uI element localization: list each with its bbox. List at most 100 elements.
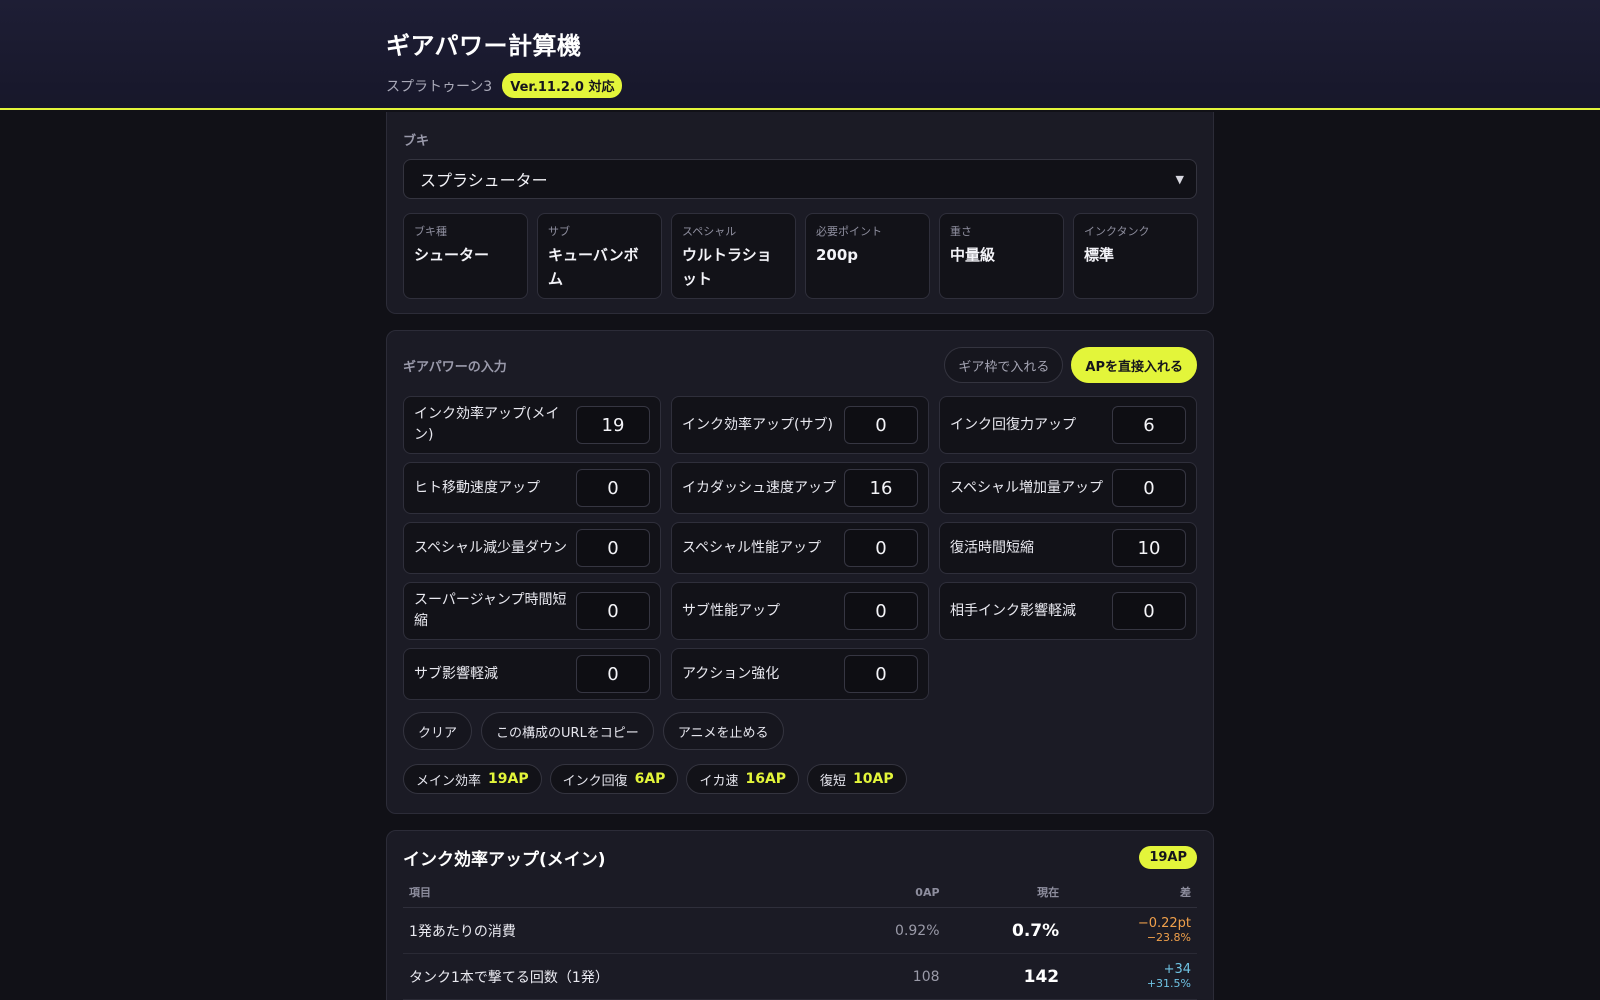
ap-input[interactable]: 0 xyxy=(576,469,650,507)
stat-card-sub: サブ キューバンボム xyxy=(537,213,662,299)
stat-label: インクタンク xyxy=(1084,225,1150,238)
game-name: スプラトゥーン3 xyxy=(386,78,493,95)
row-diff: −0.22pt −23.8% xyxy=(1065,907,1197,954)
row-diff: +34 +31.5% xyxy=(1065,953,1197,1000)
stat-value: 中量級 xyxy=(950,246,996,264)
summary-chip: イカ速 16AP xyxy=(686,764,800,794)
ability-label: インク効率アップ(サブ) xyxy=(682,416,833,433)
ability-label: 相手インク影響軽減 xyxy=(950,602,1076,619)
ability-label: スペシャル減少量ダウン xyxy=(414,539,568,556)
row-item: 1発あたりの消費 xyxy=(403,907,832,954)
mode-direct-ap-button[interactable]: APを直接入れる xyxy=(1071,347,1197,383)
diff-percent: −23.8% xyxy=(1146,931,1191,944)
ability-label: イカダッシュ速度アップ xyxy=(682,479,836,496)
ap-input[interactable]: 0 xyxy=(576,655,650,693)
diff-value: −0.22pt xyxy=(1137,916,1191,931)
copy-url-button[interactable]: この構成のURLをコピー xyxy=(481,712,654,750)
gear-input-panel: ギアパワーの入力 ギア枠で入れる APを直接入れる インク効率アップ(メイン) … xyxy=(386,330,1214,814)
stat-label: 重さ xyxy=(950,225,972,238)
action-buttons: クリア この構成のURLをコピー アニメを止める xyxy=(403,712,1197,750)
ability-label: インク回復力アップ xyxy=(950,416,1076,433)
ap-input[interactable]: 0 xyxy=(576,529,650,567)
ap-input[interactable]: 0 xyxy=(844,529,918,567)
ability-ink-saver-sub: インク効率アップ(サブ) 0 xyxy=(671,396,929,454)
result-ap-badge: 19AP xyxy=(1139,846,1197,869)
row-current: 142 xyxy=(945,953,1066,1000)
col-base: 0AP xyxy=(831,880,946,908)
ap-input[interactable]: 0 xyxy=(844,406,918,444)
mode-gear-slot-button[interactable]: ギア枠で入れる xyxy=(944,347,1064,383)
result-table: 項目 0AP 現在 差 1発あたりの消費 0.92% 0.7% −0.22pt … xyxy=(403,880,1197,1000)
ap-input[interactable]: 0 xyxy=(576,592,650,630)
stat-value: 200p xyxy=(816,246,859,264)
ability-run-speed: ヒト移動速度アップ 0 xyxy=(403,462,661,514)
chip-ap: 10AP xyxy=(853,771,894,787)
stop-animation-button[interactable]: アニメを止める xyxy=(662,712,784,750)
ability-label: アクション強化 xyxy=(682,665,780,682)
weapon-label: ブキ xyxy=(403,134,430,149)
ability-label: サブ影響軽減 xyxy=(414,665,498,682)
diff-value: +34 xyxy=(1163,962,1191,977)
chevron-down-icon: ▼ xyxy=(1175,172,1184,186)
stat-value: ウルトラショット xyxy=(682,246,772,288)
weapon-select[interactable]: スプラシューター ▼ xyxy=(403,159,1197,199)
ability-label: サブ性能アップ xyxy=(682,602,780,619)
ap-input[interactable]: 0 xyxy=(1112,469,1186,507)
ability-label: 復活時間短縮 xyxy=(950,539,1034,556)
ap-summary: メイン効率 19AP インク回復 6AP イカ速 16AP 復短 10AP xyxy=(403,764,1197,794)
ap-input[interactable]: 6 xyxy=(1112,406,1186,444)
chip-ap: 16AP xyxy=(745,771,787,787)
chip-name: 復短 xyxy=(820,773,847,789)
ability-special-saver: スペシャル減少量ダウン 0 xyxy=(403,522,661,574)
ability-label: スーパージャンプ時間短縮 xyxy=(414,592,567,629)
stat-label: 必要ポイント xyxy=(816,225,882,238)
ability-intensify-action: アクション強化 0 xyxy=(671,648,929,700)
weapon-select-value: スプラシューター xyxy=(420,171,548,190)
row-base: 0.92% xyxy=(831,907,946,954)
stat-card-special-points: 必要ポイント 200p xyxy=(805,213,930,299)
ap-input[interactable]: 0 xyxy=(844,592,918,630)
ability-ink-resistance: 相手インク影響軽減 0 xyxy=(939,582,1197,640)
ap-input[interactable]: 19 xyxy=(576,406,650,444)
chip-ap: 6AP xyxy=(634,771,666,787)
ap-input[interactable]: 0 xyxy=(844,655,918,693)
ability-special-charge: スペシャル増加量アップ 0 xyxy=(939,462,1197,514)
col-diff: 差 xyxy=(1065,880,1197,908)
ability-label: ヒト移動速度アップ xyxy=(414,479,540,496)
diff-percent: +31.5% xyxy=(1146,977,1191,990)
ability-ink-recovery: インク回復力アップ 6 xyxy=(939,396,1197,454)
chip-ap: 19AP xyxy=(488,771,529,787)
col-item: 項目 xyxy=(403,880,832,908)
ability-sub-resistance: サブ影響軽減 0 xyxy=(403,648,661,700)
summary-chip: インク回復 6AP xyxy=(549,764,679,794)
table-row: 1発あたりの消費 0.92% 0.7% −0.22pt −23.8% xyxy=(403,907,1197,954)
row-item: タンク1本で撃てる回数（1発） xyxy=(403,953,832,1000)
col-current: 現在 xyxy=(945,880,1066,908)
chip-name: メイン効率 xyxy=(416,773,482,789)
ability-grid: インク効率アップ(メイン) 19 インク効率アップ(サブ) 0 インク回復力アッ… xyxy=(403,396,1197,700)
ability-sub-power: サブ性能アップ 0 xyxy=(671,582,929,640)
result-title: インク効率アップ(メイン) xyxy=(403,850,606,870)
ap-input[interactable]: 0 xyxy=(1112,592,1186,630)
stat-card-special: スペシャル ウルトラショット xyxy=(671,213,796,299)
summary-chip: 復短 10AP xyxy=(807,764,907,794)
ap-input[interactable]: 10 xyxy=(1112,529,1186,567)
ability-label: スペシャル性能アップ xyxy=(682,539,822,556)
table-header-row: 項目 0AP 現在 差 xyxy=(403,880,1197,908)
stat-label: スペシャル xyxy=(682,225,737,238)
main-content: ブキ スプラシューター ▼ ブキ種 シューター サブ キューバンボム スペシャル… xyxy=(386,112,1214,1000)
app-header: ギアパワー計算機 スプラトゥーン3 Ver.11.2.0 対応 xyxy=(0,0,1600,110)
version-badge: Ver.11.2.0 対応 xyxy=(502,73,623,98)
gear-input-label: ギアパワーの入力 xyxy=(403,359,507,375)
ability-quick-respawn: 復活時間短縮 10 xyxy=(939,522,1197,574)
stat-value: 標準 xyxy=(1084,246,1115,264)
ability-special-power: スペシャル性能アップ 0 xyxy=(671,522,929,574)
header-subrow: スプラトゥーン3 Ver.11.2.0 対応 xyxy=(386,73,1600,98)
stat-value: キューバンボム xyxy=(548,246,639,288)
row-base: 108 xyxy=(831,953,946,1000)
stat-card-weight: 重さ 中量級 xyxy=(939,213,1064,299)
app-title: ギアパワー計算機 xyxy=(386,32,582,60)
row-current: 0.7% xyxy=(945,907,1066,954)
ap-input[interactable]: 16 xyxy=(844,469,918,507)
clear-button[interactable]: クリア xyxy=(403,712,473,750)
